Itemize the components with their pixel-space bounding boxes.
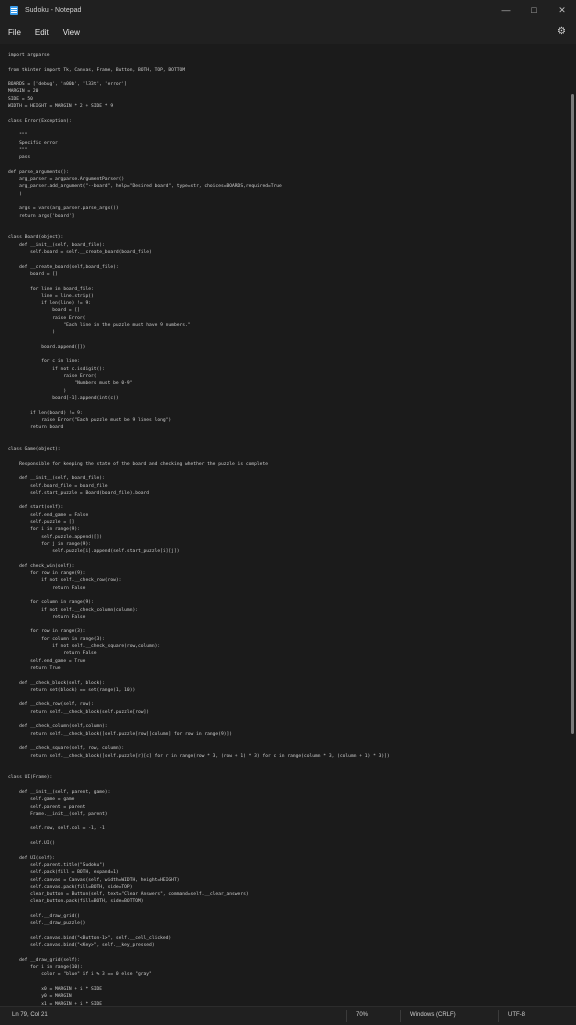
minimize-button[interactable]: —	[492, 0, 520, 20]
editor-text[interactable]: import argparse from tkinter import Tk, …	[8, 52, 390, 1006]
status-divider	[498, 1010, 499, 1022]
menu-bar: File Edit View	[0, 20, 576, 44]
cursor-position: Ln 79, Col 21	[12, 1012, 48, 1018]
status-divider	[346, 1010, 347, 1022]
status-bar: Ln 79, Col 21 70% Windows (CRLF) UTF-8	[0, 1006, 576, 1025]
title-bar: Sudoku - Notepad — □ ✕	[0, 0, 576, 20]
close-button[interactable]: ✕	[548, 0, 576, 20]
menu-file[interactable]: File	[8, 28, 21, 37]
encoding: UTF-8	[508, 1012, 525, 1018]
maximize-button[interactable]: □	[520, 0, 548, 20]
window-title: Sudoku - Notepad	[25, 6, 82, 14]
menu-view[interactable]: View	[63, 28, 80, 37]
vertical-scrollbar[interactable]	[571, 94, 574, 734]
menu-edit[interactable]: Edit	[35, 28, 49, 37]
line-ending: Windows (CRLF)	[410, 1012, 456, 1018]
text-editor[interactable]: import argparse from tkinter import Tk, …	[0, 44, 576, 1006]
status-divider	[400, 1010, 401, 1022]
notepad-icon	[10, 5, 18, 15]
settings-gear-icon[interactable]: ⚙	[557, 26, 566, 37]
zoom-level: 70%	[356, 1012, 369, 1018]
